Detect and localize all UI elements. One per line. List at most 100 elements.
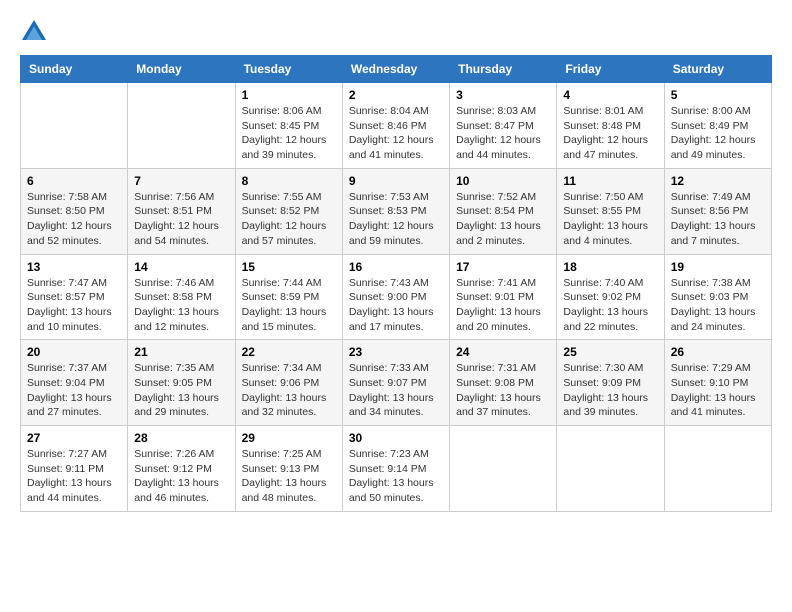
day-info: Sunrise: 7:41 AM Sunset: 9:01 PM Dayligh… bbox=[456, 276, 550, 335]
day-number: 4 bbox=[563, 88, 657, 102]
day-number: 13 bbox=[27, 260, 121, 274]
day-info: Sunrise: 7:58 AM Sunset: 8:50 PM Dayligh… bbox=[27, 190, 121, 249]
day-number: 21 bbox=[134, 345, 228, 359]
day-number: 29 bbox=[242, 431, 336, 445]
weekday-header-friday: Friday bbox=[557, 56, 664, 83]
page-header bbox=[20, 20, 772, 45]
day-info: Sunrise: 7:50 AM Sunset: 8:55 PM Dayligh… bbox=[563, 190, 657, 249]
day-info: Sunrise: 7:55 AM Sunset: 8:52 PM Dayligh… bbox=[242, 190, 336, 249]
day-number: 3 bbox=[456, 88, 550, 102]
day-number: 10 bbox=[456, 174, 550, 188]
week-row-1: 1 Sunrise: 8:06 AM Sunset: 8:45 PM Daylig… bbox=[21, 83, 772, 169]
logo-text bbox=[20, 20, 46, 45]
week-row-2: 6 Sunrise: 7:58 AM Sunset: 8:50 PM Daylig… bbox=[21, 168, 772, 254]
calendar-cell: 3 Sunrise: 8:03 AM Sunset: 8:47 PM Daylig… bbox=[450, 83, 557, 169]
day-number: 1 bbox=[242, 88, 336, 102]
day-info: Sunrise: 8:00 AM Sunset: 8:49 PM Dayligh… bbox=[671, 104, 765, 163]
calendar-cell: 4 Sunrise: 8:01 AM Sunset: 8:48 PM Daylig… bbox=[557, 83, 664, 169]
day-number: 17 bbox=[456, 260, 550, 274]
calendar-cell: 20 Sunrise: 7:37 AM Sunset: 9:04 PM Dayli… bbox=[21, 340, 128, 426]
day-info: Sunrise: 7:43 AM Sunset: 9:00 PM Dayligh… bbox=[349, 276, 443, 335]
day-number: 20 bbox=[27, 345, 121, 359]
week-row-5: 27Sunrise: 7:27 AM Sunset: 9:11 PM Dayli… bbox=[21, 426, 772, 512]
day-number: 15 bbox=[242, 260, 336, 274]
day-number: 5 bbox=[671, 88, 765, 102]
calendar-cell: 5 Sunrise: 8:00 AM Sunset: 8:49 PM Daylig… bbox=[664, 83, 771, 169]
calendar-cell bbox=[664, 426, 771, 512]
day-number: 25 bbox=[563, 345, 657, 359]
day-info: Sunrise: 7:47 AM Sunset: 8:57 PM Dayligh… bbox=[27, 276, 121, 335]
weekday-header-row: SundayMondayTuesdayWednesdayThursdayFrid… bbox=[21, 56, 772, 83]
day-number: 14 bbox=[134, 260, 228, 274]
calendar-cell: 18 Sunrise: 7:40 AM Sunset: 9:02 PM Dayli… bbox=[557, 254, 664, 340]
day-info: Sunrise: 8:04 AM Sunset: 8:46 PM Dayligh… bbox=[349, 104, 443, 163]
day-info: Sunrise: 8:06 AM Sunset: 8:45 PM Dayligh… bbox=[242, 104, 336, 163]
day-info: Sunrise: 7:46 AM Sunset: 8:58 PM Dayligh… bbox=[134, 276, 228, 335]
day-number: 12 bbox=[671, 174, 765, 188]
day-info: Sunrise: 7:33 AM Sunset: 9:07 PM Dayligh… bbox=[349, 361, 443, 420]
calendar-cell: 11 Sunrise: 7:50 AM Sunset: 8:55 PM Dayli… bbox=[557, 168, 664, 254]
weekday-header-thursday: Thursday bbox=[450, 56, 557, 83]
calendar-cell: 12 Sunrise: 7:49 AM Sunset: 8:56 PM Dayli… bbox=[664, 168, 771, 254]
calendar-cell: 16 Sunrise: 7:43 AM Sunset: 9:00 PM Dayli… bbox=[342, 254, 449, 340]
day-info: Sunrise: 7:56 AM Sunset: 8:51 PM Dayligh… bbox=[134, 190, 228, 249]
day-info: Sunrise: 8:01 AM Sunset: 8:48 PM Dayligh… bbox=[563, 104, 657, 163]
day-number: 9 bbox=[349, 174, 443, 188]
day-info: Sunrise: 7:26 AM Sunset: 9:12 PM Dayligh… bbox=[134, 447, 228, 506]
day-info: Sunrise: 7:35 AM Sunset: 9:05 PM Dayligh… bbox=[134, 361, 228, 420]
weekday-header-sunday: Sunday bbox=[21, 56, 128, 83]
calendar-table: SundayMondayTuesdayWednesdayThursdayFrid… bbox=[20, 55, 772, 512]
calendar-cell: 10 Sunrise: 7:52 AM Sunset: 8:54 PM Dayli… bbox=[450, 168, 557, 254]
week-row-3: 13 Sunrise: 7:47 AM Sunset: 8:57 PM Dayli… bbox=[21, 254, 772, 340]
day-number: 8 bbox=[242, 174, 336, 188]
calendar-cell: 1 Sunrise: 8:06 AM Sunset: 8:45 PM Daylig… bbox=[235, 83, 342, 169]
day-number: 6 bbox=[27, 174, 121, 188]
day-number: 18 bbox=[563, 260, 657, 274]
day-info: Sunrise: 7:27 AM Sunset: 9:11 PM Dayligh… bbox=[27, 447, 121, 506]
day-number: 23 bbox=[349, 345, 443, 359]
day-info: Sunrise: 7:25 AM Sunset: 9:13 PM Dayligh… bbox=[242, 447, 336, 506]
weekday-header-saturday: Saturday bbox=[664, 56, 771, 83]
calendar-cell: 14 Sunrise: 7:46 AM Sunset: 8:58 PM Dayli… bbox=[128, 254, 235, 340]
day-number: 19 bbox=[671, 260, 765, 274]
day-number: 30 bbox=[349, 431, 443, 445]
calendar-cell: 8 Sunrise: 7:55 AM Sunset: 8:52 PM Daylig… bbox=[235, 168, 342, 254]
day-info: Sunrise: 7:37 AM Sunset: 9:04 PM Dayligh… bbox=[27, 361, 121, 420]
day-number: 7 bbox=[134, 174, 228, 188]
day-info: Sunrise: 7:40 AM Sunset: 9:02 PM Dayligh… bbox=[563, 276, 657, 335]
day-number: 16 bbox=[349, 260, 443, 274]
day-info: Sunrise: 7:23 AM Sunset: 9:14 PM Dayligh… bbox=[349, 447, 443, 506]
day-number: 24 bbox=[456, 345, 550, 359]
calendar-cell bbox=[450, 426, 557, 512]
calendar-cell: 26Sunrise: 7:29 AM Sunset: 9:10 PM Dayli… bbox=[664, 340, 771, 426]
day-info: Sunrise: 7:53 AM Sunset: 8:53 PM Dayligh… bbox=[349, 190, 443, 249]
calendar-cell: 9 Sunrise: 7:53 AM Sunset: 8:53 PM Daylig… bbox=[342, 168, 449, 254]
calendar-cell bbox=[557, 426, 664, 512]
calendar-cell: 24Sunrise: 7:31 AM Sunset: 9:08 PM Dayli… bbox=[450, 340, 557, 426]
calendar-cell: 28 Sunrise: 7:26 AM Sunset: 9:12 PM Dayli… bbox=[128, 426, 235, 512]
calendar-cell bbox=[128, 83, 235, 169]
logo bbox=[20, 20, 46, 45]
calendar-cell: 23 Sunrise: 7:33 AM Sunset: 9:07 PM Dayli… bbox=[342, 340, 449, 426]
day-number: 11 bbox=[563, 174, 657, 188]
calendar-cell: 22Sunrise: 7:34 AM Sunset: 9:06 PM Dayli… bbox=[235, 340, 342, 426]
day-number: 28 bbox=[134, 431, 228, 445]
calendar-cell: 30 Sunrise: 7:23 AM Sunset: 9:14 PM Dayli… bbox=[342, 426, 449, 512]
calendar-cell: 25 Sunrise: 7:30 AM Sunset: 9:09 PM Dayli… bbox=[557, 340, 664, 426]
calendar-cell: 2 Sunrise: 8:04 AM Sunset: 8:46 PM Daylig… bbox=[342, 83, 449, 169]
day-number: 26 bbox=[671, 345, 765, 359]
day-info: Sunrise: 7:30 AM Sunset: 9:09 PM Dayligh… bbox=[563, 361, 657, 420]
calendar-cell: 29 Sunrise: 7:25 AM Sunset: 9:13 PM Dayli… bbox=[235, 426, 342, 512]
day-info: Sunrise: 7:49 AM Sunset: 8:56 PM Dayligh… bbox=[671, 190, 765, 249]
day-number: 22 bbox=[242, 345, 336, 359]
day-info: Sunrise: 7:52 AM Sunset: 8:54 PM Dayligh… bbox=[456, 190, 550, 249]
weekday-header-monday: Monday bbox=[128, 56, 235, 83]
day-number: 2 bbox=[349, 88, 443, 102]
calendar-cell: 19Sunrise: 7:38 AM Sunset: 9:03 PM Dayli… bbox=[664, 254, 771, 340]
week-row-4: 20 Sunrise: 7:37 AM Sunset: 9:04 PM Dayli… bbox=[21, 340, 772, 426]
calendar-cell: 27Sunrise: 7:27 AM Sunset: 9:11 PM Dayli… bbox=[21, 426, 128, 512]
weekday-header-tuesday: Tuesday bbox=[235, 56, 342, 83]
calendar-cell: 15Sunrise: 7:44 AM Sunset: 8:59 PM Dayli… bbox=[235, 254, 342, 340]
day-info: Sunrise: 8:03 AM Sunset: 8:47 PM Dayligh… bbox=[456, 104, 550, 163]
weekday-header-wednesday: Wednesday bbox=[342, 56, 449, 83]
